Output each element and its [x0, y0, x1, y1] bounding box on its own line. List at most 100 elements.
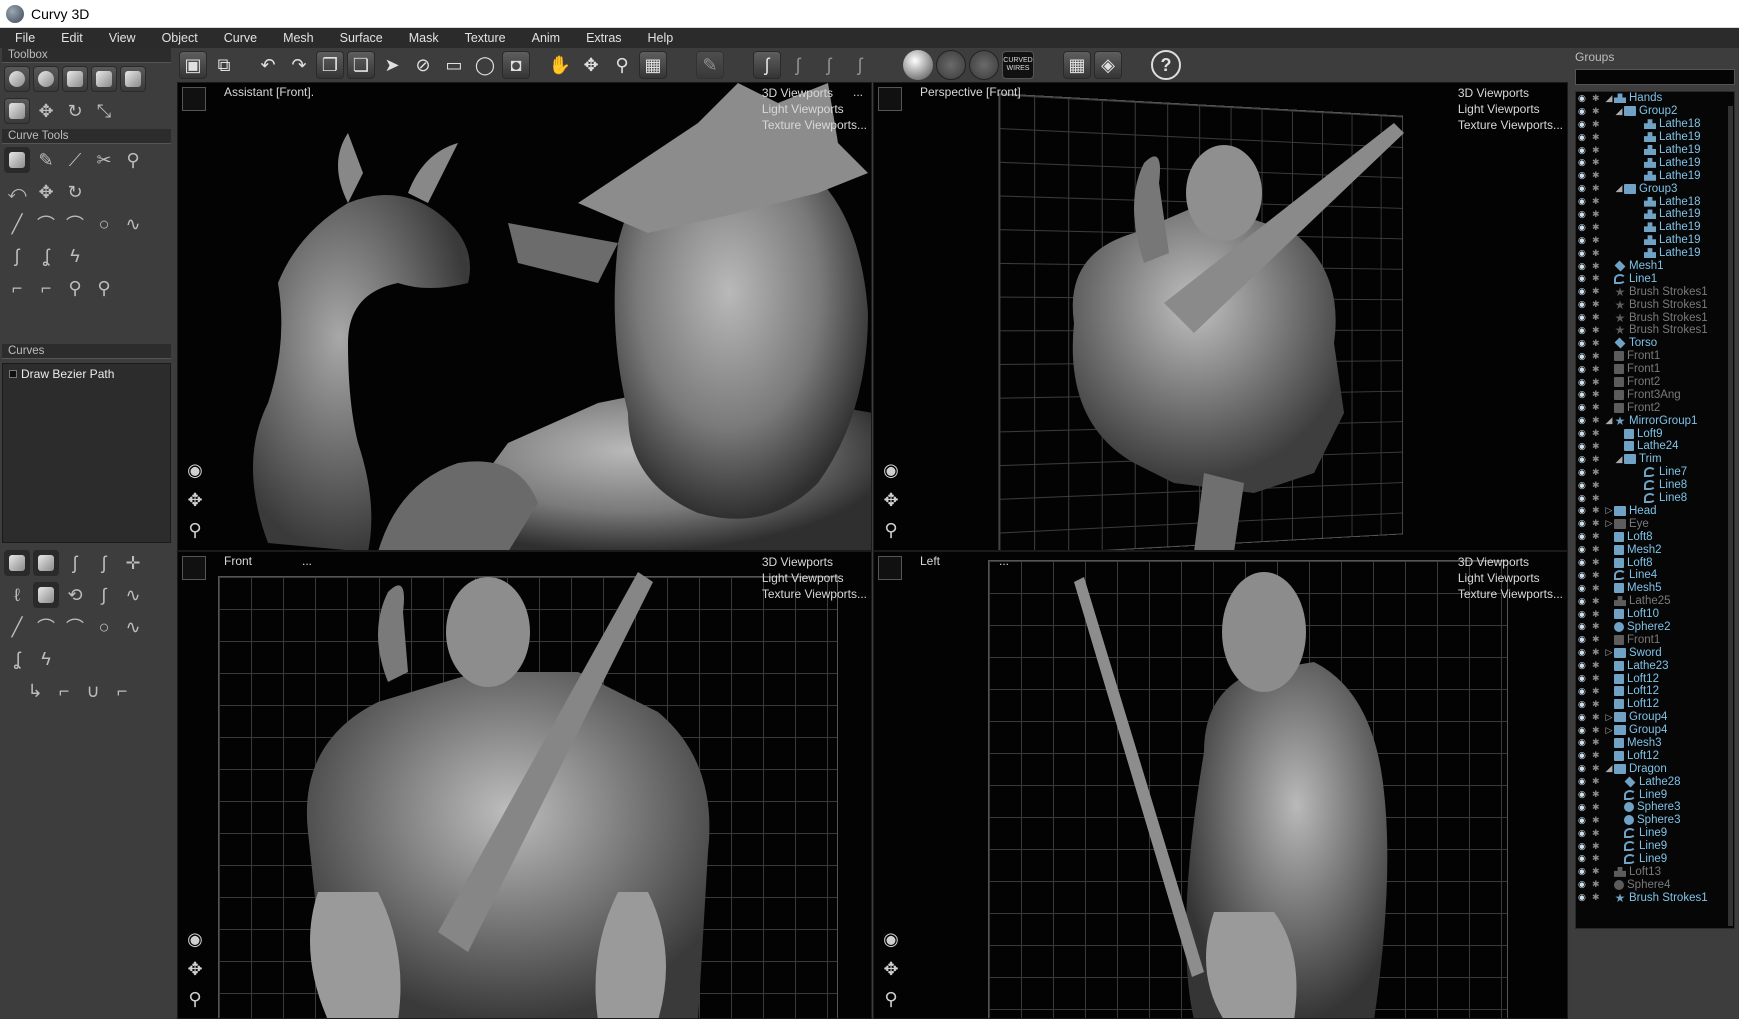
- menu-view[interactable]: View: [96, 31, 149, 45]
- lock-icon[interactable]: ✱: [1592, 544, 1604, 555]
- visibility-eye-icon[interactable]: ◉: [1578, 389, 1592, 400]
- collapse-triangle-icon[interactable]: ◢: [1604, 415, 1614, 426]
- group-tree-row[interactable]: ◉ ✱ ▷ Group4: [1576, 711, 1734, 724]
- pan-hand-icon[interactable]: ✋: [546, 51, 574, 79]
- visibility-eye-icon[interactable]: ◉: [1578, 441, 1592, 452]
- visibility-eye-icon[interactable]: ◉: [1578, 750, 1592, 761]
- group-tree-row[interactable]: ◉ ✱ Front3Ang: [1576, 388, 1734, 401]
- lock-icon[interactable]: ✱: [1592, 596, 1604, 607]
- group-tree-row[interactable]: ◉ ✱ Sphere4: [1576, 878, 1734, 891]
- shaded-mode-icon[interactable]: [903, 50, 933, 80]
- visibility-eye-icon[interactable]: ◉: [1578, 454, 1592, 465]
- viewport-front[interactable]: Front ... 3D Viewports Light Viewports T…: [177, 551, 872, 1019]
- pick-icon[interactable]: ⚲: [62, 275, 88, 301]
- group-tree-row[interactable]: ◉ ✱ Line7: [1576, 466, 1734, 479]
- viewport-left[interactable]: Left ... 3D Viewports Light Viewports Te…: [873, 551, 1568, 1019]
- group-tree-row[interactable]: ◉ ✱ Front2: [1576, 376, 1734, 389]
- lock-icon[interactable]: ✱: [1592, 853, 1604, 864]
- group-tree-row[interactable]: ◉ ✱ Lathe19: [1576, 221, 1734, 234]
- visibility-eye-icon[interactable]: ◉: [1578, 776, 1592, 787]
- lock-icon[interactable]: ✱: [1592, 879, 1604, 890]
- curve-op-10-icon[interactable]: ∿: [120, 582, 146, 608]
- move-view-icon[interactable]: ✥: [577, 51, 605, 79]
- viewport-3d-menu[interactable]: 3D Viewports: [762, 554, 867, 570]
- visibility-eye-icon[interactable]: ◉: [1578, 286, 1592, 297]
- spheres-tool-icon[interactable]: [4, 66, 30, 92]
- visibility-eye-icon[interactable]: ◉: [1578, 505, 1592, 516]
- lock-icon[interactable]: ✱: [1592, 170, 1604, 181]
- group-tree-row[interactable]: ◉ ✱ ◢ Hands: [1576, 92, 1734, 105]
- lock-icon[interactable]: ✱: [1592, 106, 1604, 117]
- group-tree-row[interactable]: ◉ ✱ Lathe19: [1576, 247, 1734, 260]
- lock-icon[interactable]: ✱: [1592, 248, 1604, 259]
- lock-icon[interactable]: ✱: [1592, 493, 1604, 504]
- visibility-eye-icon[interactable]: ◉: [1578, 621, 1592, 632]
- group-tree-row[interactable]: ◉ ✱ Lathe19: [1576, 144, 1734, 157]
- lock-icon[interactable]: ✱: [1592, 222, 1604, 233]
- menu-edit[interactable]: Edit: [48, 31, 96, 45]
- group-tree-row[interactable]: ◉ ✱ Loft13: [1576, 865, 1734, 878]
- group-tree-row[interactable]: ◉ ✱ ◢ ★ MirrorGroup1: [1576, 414, 1734, 427]
- lock-icon[interactable]: ✱: [1592, 467, 1604, 478]
- menu-mask[interactable]: Mask: [396, 31, 452, 45]
- curve-op-1-icon[interactable]: [4, 550, 30, 576]
- viewport-options-dots[interactable]: ...: [999, 554, 1009, 568]
- expand-triangle-icon[interactable]: ▷: [1604, 505, 1614, 516]
- viewport-light-menu[interactable]: Light Viewports: [1458, 570, 1563, 586]
- pick-add-icon[interactable]: ⚲: [91, 275, 117, 301]
- group-tree-row[interactable]: ◉ ✱ Sphere3: [1576, 801, 1734, 814]
- visibility-eye-icon[interactable]: ◉: [1578, 106, 1592, 117]
- lock-icon[interactable]: ✱: [1592, 364, 1604, 375]
- group-tree-row[interactable]: ◉ ✱ Lathe25: [1576, 595, 1734, 608]
- group-tree-row[interactable]: ◉ ✱ ▷ Head: [1576, 505, 1734, 518]
- curve-op-8-icon[interactable]: ⟲: [62, 582, 88, 608]
- hammer-tool-icon[interactable]: [62, 66, 88, 92]
- viewport-3d-menu[interactable]: 3D Viewports: [1458, 85, 1563, 101]
- lock-icon[interactable]: ✱: [1592, 531, 1604, 542]
- curve-op-7-icon[interactable]: [33, 582, 59, 608]
- expand-triangle-icon[interactable]: ▷: [1604, 518, 1614, 529]
- lock-icon[interactable]: ✱: [1592, 286, 1604, 297]
- viewport-light-menu[interactable]: Light Viewports: [1458, 101, 1563, 117]
- visibility-eye-icon[interactable]: ◉: [1578, 235, 1592, 246]
- group-tree-row[interactable]: ◉ ✱ Lathe23: [1576, 659, 1734, 672]
- curve-list-item[interactable]: Draw Bezier Path: [3, 364, 170, 384]
- viewport-texture-menu[interactable]: Texture Viewports...: [762, 586, 867, 602]
- lock-icon[interactable]: ✱: [1592, 647, 1604, 658]
- curve-op-12-icon[interactable]: ⌒: [33, 614, 59, 640]
- wire-shaded-mode-icon[interactable]: [969, 50, 999, 80]
- lock-icon[interactable]: ✱: [1592, 351, 1604, 362]
- group-tree-row[interactable]: ◉ ✱ Loft8: [1576, 556, 1734, 569]
- move-tool-icon[interactable]: ✥: [33, 98, 59, 124]
- group-tree-row[interactable]: ◉ ✱ Line9: [1576, 853, 1734, 866]
- lock-icon[interactable]: ✱: [1592, 157, 1604, 168]
- rect-select-icon[interactable]: ▭: [440, 51, 468, 79]
- add-point-icon[interactable]: [4, 147, 30, 173]
- visibility-eye-icon[interactable]: ◉: [1578, 312, 1592, 323]
- pan-icon[interactable]: ✥: [878, 487, 904, 513]
- menu-extras[interactable]: Extras: [573, 31, 634, 45]
- lock-icon[interactable]: ✱: [1592, 441, 1604, 452]
- lock-icon[interactable]: ✱: [1592, 750, 1604, 761]
- visibility-eye-icon[interactable]: ◉: [1578, 157, 1592, 168]
- curve-op-13-icon[interactable]: ⌒: [62, 614, 88, 640]
- expand-triangle-icon[interactable]: ▷: [1604, 712, 1614, 723]
- group-tree-row[interactable]: ◉ ✱ Sphere3: [1576, 814, 1734, 827]
- group-tree-row[interactable]: ◉ ✱ Loft12: [1576, 698, 1734, 711]
- visibility-eye-icon[interactable]: ◉: [1578, 248, 1592, 259]
- visibility-eye-icon[interactable]: ◉: [1578, 686, 1592, 697]
- redo-icon[interactable]: ↷: [285, 51, 313, 79]
- scissors-icon[interactable]: ✂: [91, 147, 117, 173]
- curve-op-14-icon[interactable]: ○: [91, 614, 117, 640]
- visibility-eye-icon[interactable]: ◉: [1578, 299, 1592, 310]
- menu-anim[interactable]: Anim: [519, 31, 573, 45]
- lock-icon[interactable]: ✱: [1592, 209, 1604, 220]
- wireframe-mode-icon[interactable]: [936, 50, 966, 80]
- visibility-eye-icon[interactable]: ◉: [1578, 725, 1592, 736]
- lock-icon[interactable]: ✱: [1592, 557, 1604, 568]
- paste-icon[interactable]: ❏: [347, 51, 375, 79]
- edit-curve-icon[interactable]: ✎: [696, 51, 724, 79]
- lock-icon[interactable]: ✱: [1592, 261, 1604, 272]
- blob-tool-icon[interactable]: [33, 66, 59, 92]
- lock-icon[interactable]: ✱: [1592, 338, 1604, 349]
